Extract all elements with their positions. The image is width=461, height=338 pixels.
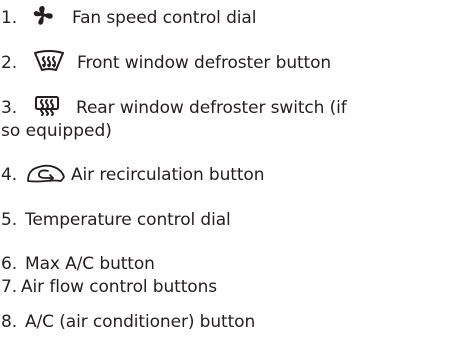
item-number: 6. [1,254,18,274]
legend-list: 1. Fan speed control dial 2. Front windo… [0,0,461,338]
item-number: 5. [1,210,18,230]
item-label: Rear window defroster switch (if [76,98,347,118]
item-label: Front window defroster button [77,53,332,73]
rear-defroster-icon [33,94,67,118]
item-label-continuation: so equipped) [1,121,112,141]
air-recirculation-icon [26,161,66,185]
item-number: 3. [1,98,18,118]
item-number: 1. [1,8,18,28]
fan-icon [30,4,64,28]
item-label: Fan speed control dial [72,8,257,28]
item-label: Max A/C button [25,254,155,274]
item-label: Temperature control dial [25,210,231,230]
item-number: 8. [1,312,18,332]
front-defroster-icon [32,49,66,73]
item-label: Air recirculation button [71,165,265,185]
item-number: 7. [1,277,18,297]
item-number: 2. [1,53,18,73]
item-label: A/C (air conditioner) button [25,312,256,332]
item-label: Air flow control buttons [21,277,218,297]
item-number: 4. [1,165,18,185]
